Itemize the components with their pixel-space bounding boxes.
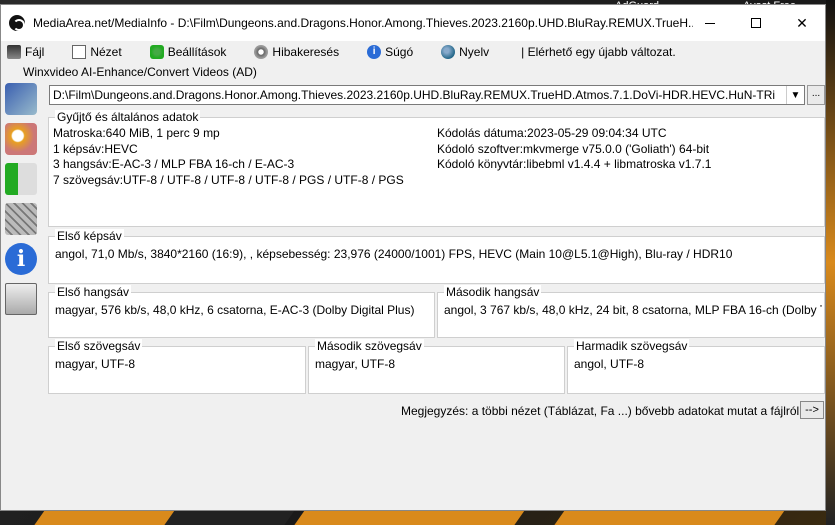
menu-bar: Fájl Nézet Beállítások Hibakeresés i Súg…	[1, 41, 825, 63]
export-icon[interactable]	[5, 163, 37, 195]
text-track-info: magyar, UTF-8	[315, 357, 396, 371]
copy-report-icon[interactable]	[5, 283, 37, 315]
group-title: Első hangsáv	[55, 285, 132, 299]
maximize-button[interactable]	[733, 5, 779, 41]
general-right-column: Kódolás dátuma:2023-05-29 09:04:34 UTC K…	[437, 126, 711, 173]
menu-help-label: Súgó	[385, 45, 414, 59]
group-title: Második hangsáv	[444, 285, 542, 299]
menu-language-label: Nyelv	[459, 45, 490, 59]
group-title: Harmadik szövegsáv	[574, 339, 690, 353]
mediainfo-window: MediaArea.net/MediaInfo - D:\Film\Dungeo…	[0, 4, 826, 511]
file-select-combo[interactable]: D:\Film\Dungeons.and.Dragons.Honor.Among…	[49, 85, 805, 105]
browse-button[interactable]: ...	[807, 85, 825, 105]
menu-language[interactable]: Nyelv	[441, 45, 489, 59]
minimize-button[interactable]	[687, 5, 733, 41]
audio-track-info: angol, 3 767 kb/s, 48,0 kHz, 24 bit, 8 c…	[444, 303, 822, 317]
file-path-value: D:\Film\Dungeons.and.Dragons.Honor.Among…	[53, 88, 776, 102]
general-info-group: Gyűjtő és általános adatok Matroska:640 …	[48, 110, 825, 227]
menu-view[interactable]: Nézet	[72, 45, 122, 59]
chevron-down-icon[interactable]: ▼	[786, 86, 804, 104]
view-icon	[72, 45, 87, 59]
help-icon: i	[367, 45, 382, 59]
video-track-group: Első képsáv angol, 71,0 Mb/s, 3840*2160 …	[48, 229, 825, 284]
mediainfo-app-icon	[9, 15, 25, 31]
open-file-icon[interactable]	[5, 83, 37, 115]
text-track-1-group: Első szövegsáv magyar, UTF-8	[48, 339, 306, 394]
more-views-note: Megjegyzés: a többi nézet (Táblázat, Fa …	[401, 404, 800, 418]
globe-icon	[441, 45, 456, 59]
group-title: Második szövegsáv	[315, 339, 424, 353]
general-line: Kódolás dátuma:2023-05-29 09:04:34 UTC	[437, 126, 667, 140]
close-icon: ✕	[796, 14, 808, 31]
title-bar[interactable]: MediaArea.net/MediaInfo - D:\Film\Dungeo…	[1, 5, 825, 41]
text-track-3-group: Harmadik szövegsáv angol, UTF-8	[567, 339, 825, 394]
audio-track-2-group: Második hangsáv angol, 3 767 kb/s, 48,0 …	[437, 285, 825, 338]
group-title: Első képsáv	[55, 229, 124, 243]
general-line: 1 képsáv:HEVC	[53, 141, 138, 156]
general-line: Kódoló könyvtár:libebml v1.4.4 + libmatr…	[437, 157, 712, 171]
wallpaper-edge	[826, 0, 835, 525]
group-title: Gyűjtő és általános adatok	[55, 110, 201, 124]
menu-settings[interactable]: Beállítások	[149, 45, 227, 59]
about-info-icon[interactable]: i	[5, 243, 37, 275]
open-folder-icon[interactable]	[5, 123, 37, 155]
video-track-info: angol, 71,0 Mb/s, 3840*2160 (16:9), , ké…	[55, 247, 733, 261]
plugin-link[interactable]: Winxvideo AI-Enhance/Convert Videos (AD)	[23, 65, 257, 79]
debug-icon	[254, 45, 269, 59]
menu-file-label: Fájl	[25, 45, 45, 59]
general-line: Matroska:640 MiB, 1 perc 9 mp	[53, 126, 220, 140]
window-title: MediaArea.net/MediaInfo - D:\Film\Dungeo…	[33, 16, 693, 30]
settings-icon	[149, 45, 164, 59]
file-icon	[7, 45, 21, 59]
text-track-info: angol, UTF-8	[574, 357, 645, 371]
general-line: 7 szövegsáv:UTF-8 / UTF-8 / UTF-8 / UTF-…	[53, 172, 404, 187]
maximize-icon	[751, 18, 761, 28]
menu-view-label: Nézet	[90, 45, 122, 59]
toolbar-sidebar: i	[5, 83, 41, 323]
preferences-icon[interactable]	[5, 203, 37, 235]
minimize-icon	[705, 22, 715, 24]
audio-track-info: magyar, 576 kb/s, 48,0 kHz, 6 csatorna, …	[55, 303, 415, 317]
general-left-column: Matroska:640 MiB, 1 perc 9 mp 1 képsáv:H…	[53, 126, 404, 188]
menu-debug-label: Hibakeresés	[272, 45, 340, 59]
general-line: 3 hangsáv:E-AC-3 / MLP FBA 16-ch / E-AC-…	[53, 157, 295, 171]
group-title: Első szövegsáv	[55, 339, 143, 353]
update-available-note[interactable]: | Elérhető egy újabb változat.	[521, 45, 676, 59]
more-views-button[interactable]: -->	[800, 401, 824, 419]
menu-help[interactable]: i Súgó	[367, 45, 413, 59]
window-controls: ✕	[687, 5, 825, 41]
menu-file[interactable]: Fájl	[7, 45, 44, 59]
text-track-2-group: Második szövegsáv magyar, UTF-8	[308, 339, 565, 394]
text-track-info: magyar, UTF-8	[55, 357, 136, 371]
menu-debug[interactable]: Hibakeresés	[254, 45, 339, 59]
close-button[interactable]: ✕	[779, 5, 825, 41]
menu-settings-label: Beállítások	[167, 45, 227, 59]
general-line: Kódoló szoftver:mkvmerge v75.0.0 ('Golia…	[437, 141, 710, 156]
audio-track-1-group: Első hangsáv magyar, 576 kb/s, 48,0 kHz,…	[48, 285, 435, 338]
